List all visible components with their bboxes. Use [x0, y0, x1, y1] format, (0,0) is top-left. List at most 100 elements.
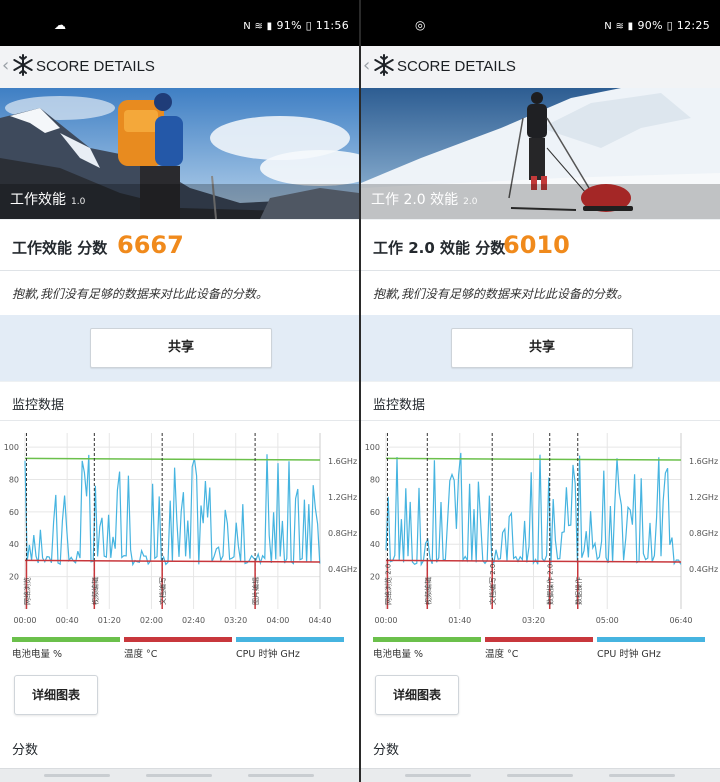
legend-battery: 电池电量 % — [12, 637, 122, 660]
x-tick-label: 03:20 — [224, 616, 247, 625]
x-tick-label: 00:40 — [56, 616, 79, 625]
battery-series-line — [385, 457, 682, 461]
section-label: 文档编写 2.0 — [488, 564, 497, 605]
x-tick-label: 05:00 — [596, 616, 619, 625]
nav-pill[interactable] — [609, 774, 675, 777]
divider — [0, 420, 359, 421]
hero-label-text: 工作 2.0 效能 — [371, 192, 459, 208]
back-chevron-icon[interactable]: ‹ — [2, 55, 9, 76]
temp-legend-text: 温度 °C — [124, 649, 158, 660]
battery-legend-text: 电池电量 % — [373, 649, 424, 660]
score-section-title: 分数 — [12, 743, 39, 758]
battery-time: 91% ▯ 11:56 — [276, 19, 349, 32]
x-tick-label: 02:40 — [182, 616, 205, 625]
y2-tick-label: 1.2GHz — [689, 493, 718, 502]
score-label: 工作 2.0 效能 分数 — [373, 239, 506, 257]
message-row: 抱歉,我们没有足够的数据来对比此设备的分数。 — [0, 271, 359, 315]
y2-tick-label: 1.6GHz — [689, 457, 718, 466]
divider — [361, 420, 720, 421]
legend-temp: 温度 °C — [485, 637, 595, 660]
page-title: SCORE DETAILS — [36, 58, 155, 75]
share-section: 共享 — [0, 315, 359, 381]
nav-bar — [0, 768, 359, 782]
nav-bar — [361, 768, 720, 782]
y-tick-label: 60 — [370, 508, 380, 517]
legend-cpu: CPU 时钟 GHz — [597, 637, 707, 660]
battery-swatch — [373, 637, 481, 642]
temp-series-line — [24, 559, 321, 563]
legend-battery: 电池电量 % — [373, 637, 483, 660]
share-section: 共享 — [361, 315, 720, 381]
legend-temp: 温度 °C — [124, 637, 234, 660]
hero-version: 2.0 — [463, 197, 478, 207]
score-value: 6667 — [117, 231, 184, 259]
cpu-legend-text: CPU 时钟 GHz — [597, 649, 661, 660]
hero-image: 工作 2.0 效能 2.0 — [361, 88, 720, 219]
y2-tick-label: 0.4GHz — [689, 565, 718, 574]
section-label: 文档编写 — [158, 577, 167, 605]
hero-label-text: 工作效能 — [10, 192, 66, 208]
monitoring-title: 监控数据 — [12, 398, 65, 413]
left-screen: ☁ N ≋ ▮ 91% ▯ 11:56 ‹ SCORE DETAILS 工作效能… — [0, 0, 359, 782]
back-chevron-icon[interactable]: ‹ — [363, 55, 370, 76]
nav-pill[interactable] — [146, 774, 212, 777]
battery-legend-text: 电池电量 % — [12, 649, 63, 660]
section-label: 图片编辑 — [251, 577, 260, 605]
detail-chart-button[interactable]: 详细图表 — [14, 675, 98, 715]
section-label: 网络浏览 — [22, 577, 31, 605]
share-button[interactable]: 共享 — [451, 328, 633, 368]
score-value: 6010 — [503, 231, 570, 259]
cpu-series-line — [24, 454, 321, 567]
nav-pill[interactable] — [44, 774, 110, 777]
score-section-title: 分数 — [373, 743, 400, 758]
y2-tick-label: 1.2GHz — [328, 493, 357, 502]
x-tick-label: 03:20 — [522, 616, 545, 625]
cpu-legend-text: CPU 时钟 GHz — [236, 649, 300, 660]
battery-swatch — [12, 637, 120, 642]
battery-time: 90% ▯ 12:25 — [637, 19, 710, 32]
y-tick-label: 60 — [9, 508, 19, 517]
temp-legend-text: 温度 °C — [485, 649, 519, 660]
y-tick-label: 100 — [365, 443, 380, 452]
y2-tick-label: 0.8GHz — [328, 529, 357, 538]
monitoring-card: 监控数据 00:00 01:40 03:20 05:00 06:40 100 80 60 40 2… — [361, 382, 720, 782]
y-tick-label: 80 — [370, 475, 380, 484]
snowflake-icon — [13, 54, 33, 76]
app-bar: ‹ SCORE DETAILS — [0, 46, 359, 89]
y2-tick-label: 0.8GHz — [689, 529, 718, 538]
y2-tick-label: 0.4GHz — [328, 565, 357, 574]
score-row: 工作效能 分数 6667 — [0, 220, 359, 271]
x-tick-label: 00:00 — [374, 616, 397, 625]
y-tick-label: 40 — [9, 540, 19, 549]
monitoring-card: 监控数据 00:00 00:40 01:20 02:00 02:40 03:20 04:00… — [0, 382, 359, 782]
temp-swatch — [485, 637, 593, 642]
cloud-icon: ☁ — [54, 18, 66, 32]
hero-image: 工作效能 1.0 — [0, 88, 359, 219]
section-label: 视频编辑 — [423, 577, 432, 605]
nav-pill[interactable] — [507, 774, 573, 777]
hero-label: 工作效能 1.0 — [10, 189, 85, 209]
x-tick-label: 06:40 — [669, 616, 692, 625]
y2-tick-label: 1.6GHz — [328, 457, 357, 466]
section-label: 视频编辑 — [90, 577, 99, 605]
right-screen: ◎ N ≋ ▮ 90% ▯ 12:25 ‹ SCORE DETAILS 工作 2… — [361, 0, 720, 782]
y-tick-label: 80 — [9, 475, 19, 484]
status-indicators: N ≋ ▮ 91% ▯ 11:56 — [243, 19, 349, 32]
nav-pill[interactable] — [248, 774, 314, 777]
nav-pill[interactable] — [405, 774, 471, 777]
y-tick-label: 40 — [370, 540, 380, 549]
detail-chart-button[interactable]: 详细图表 — [375, 675, 459, 715]
message-row: 抱歉,我们没有足够的数据来对比此设备的分数。 — [361, 271, 720, 315]
hero-version: 1.0 — [71, 197, 86, 207]
monitoring-chart: 00:00 01:40 03:20 05:00 06:40 100 80 60 40 20 1.6G… — [365, 433, 718, 625]
legend-cpu: CPU 时钟 GHz — [236, 637, 346, 660]
app-bar: ‹ SCORE DETAILS — [361, 46, 720, 89]
share-button[interactable]: 共享 — [90, 328, 272, 368]
y-tick-label: 20 — [9, 573, 19, 582]
battery-series-line — [24, 457, 321, 461]
cpu-swatch — [597, 637, 705, 642]
hero-label: 工作 2.0 效能 2.0 — [371, 189, 478, 209]
x-tick-label: 04:40 — [308, 616, 331, 625]
section-label: 数据操作 — [574, 577, 583, 605]
x-tick-label: 00:00 — [13, 616, 36, 625]
